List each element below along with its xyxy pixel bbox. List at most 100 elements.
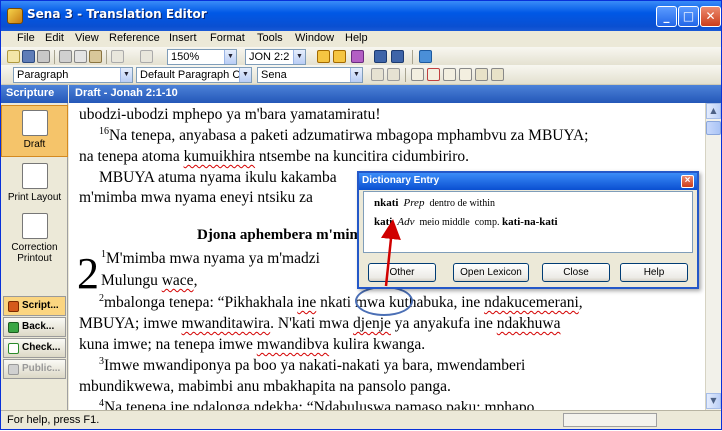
zoom-select[interactable]: 150% ▼	[167, 49, 237, 65]
tab-back-translation[interactable]: Back...	[3, 317, 66, 337]
section-heading: Djona aphembera m'mimba	[197, 227, 378, 243]
styles-icon[interactable]	[351, 50, 364, 63]
misspelled-word: ine	[297, 294, 317, 311]
cut-icon[interactable]	[59, 50, 72, 63]
title-bar[interactable]: Sena 3 - Translation Editor _ □ ✕	[1, 1, 721, 31]
tab-checking[interactable]: Check...	[3, 338, 66, 358]
chevron-down-icon[interactable]: ▼	[293, 50, 305, 64]
misspelled-word: mwanditawira	[181, 315, 271, 332]
paragraph-style-value: Paragraph	[17, 69, 69, 81]
insert-chapter-icon[interactable]	[443, 68, 456, 81]
menu-format[interactable]: Format	[210, 32, 245, 44]
app-icon	[7, 8, 23, 24]
dictionary-entry-content: nkati Prep dentro de within kati Adv mei…	[363, 191, 693, 253]
new-file-icon[interactable]	[7, 50, 20, 63]
entry-comp-label: comp.	[474, 217, 500, 228]
menu-tools[interactable]: Tools	[257, 32, 283, 44]
apply-style-icon[interactable]	[371, 68, 384, 81]
verse-number: 16	[99, 126, 109, 137]
dialog-close-button[interactable]: Close	[542, 263, 610, 282]
dialog-title-bar[interactable]: Dictionary Entry ×	[359, 173, 697, 190]
chevron-down-icon[interactable]: ▼	[224, 50, 236, 64]
tab-publications-label: Public...	[22, 363, 61, 374]
menu-insert[interactable]: Insert	[169, 32, 197, 44]
tab-back-translation-label: Back...	[22, 321, 55, 332]
reference-select[interactable]: JON 2:2 ▼	[245, 49, 306, 65]
find-next-icon[interactable]	[391, 50, 404, 63]
redo-icon[interactable]	[140, 50, 153, 63]
scroll-up-icon[interactable]: ▲	[706, 103, 721, 119]
open-lexicon-button[interactable]: Open Lexicon	[453, 263, 529, 282]
next-section-icon[interactable]	[333, 50, 346, 63]
close-button[interactable]: ✕	[700, 6, 721, 27]
correction-printout-icon	[21, 213, 48, 239]
text-line: 2mbalonga tenepa: “Pikhakhala ine nkati …	[99, 293, 583, 312]
insert-section-icon[interactable]	[459, 68, 472, 81]
save-icon[interactable]	[22, 50, 35, 63]
misspelled-word: ndakhuwa	[496, 315, 561, 332]
print-layout-icon	[21, 163, 48, 189]
chevron-down-icon[interactable]: ▼	[350, 68, 362, 82]
menu-view[interactable]: View	[75, 32, 99, 44]
text-line: MBUYA atuma nyama ikulu kakamba	[99, 169, 337, 186]
text-line: kuna imwe; na tenepa imwe mwandibva kuli…	[79, 336, 426, 353]
scroll-down-icon[interactable]: ▼	[706, 393, 721, 409]
draft-view-icon	[21, 110, 48, 136]
copy-icon[interactable]	[74, 50, 87, 63]
entry-part-of-speech: Adv	[397, 216, 415, 228]
paste-icon[interactable]	[89, 50, 102, 63]
chevron-down-icon[interactable]: ▼	[239, 68, 251, 82]
tab-scripture[interactable]: Script...	[3, 296, 66, 316]
chevron-down-icon[interactable]: ▼	[120, 68, 132, 82]
chapter-number: 2	[77, 249, 99, 298]
insert-picture-icon[interactable]	[475, 68, 488, 81]
insert-cross-reference-icon[interactable]	[491, 68, 504, 81]
menu-reference[interactable]: Reference	[109, 32, 160, 44]
view-print-layout-button[interactable]: Print Layout	[1, 163, 68, 203]
menu-help[interactable]: Help	[345, 32, 368, 44]
menu-bar: File Edit View Reference Insert Format T…	[1, 31, 721, 47]
character-style-select[interactable]: Default Paragraph Cha ▼	[136, 67, 252, 83]
print-icon[interactable]	[37, 50, 50, 63]
maximize-button[interactable]: □	[678, 6, 699, 27]
minimize-button[interactable]: _	[656, 6, 677, 27]
menu-edit[interactable]: Edit	[45, 32, 64, 44]
misspelled-word: kumuikhira	[183, 148, 256, 165]
other-button[interactable]: Other	[368, 263, 436, 282]
scrollbar-thumb[interactable]	[706, 121, 721, 135]
tab-publications[interactable]: Public...	[3, 359, 66, 379]
standard-toolbar: 150% ▼ JON 2:2 ▼	[1, 47, 721, 67]
entry-headword: nkati	[374, 197, 399, 209]
menu-window[interactable]: Window	[295, 32, 334, 44]
help-button[interactable]: Help	[620, 263, 688, 282]
sidebar: Scripture Draft Print Layout Correction …	[1, 85, 68, 410]
clear-format-icon[interactable]	[387, 68, 400, 81]
undo-icon[interactable]	[111, 50, 124, 63]
zoom-value: 150%	[171, 51, 200, 63]
insert-verse-number-icon[interactable]	[427, 68, 440, 81]
writing-system-value: Sena	[261, 69, 287, 81]
text-line: na tenepa atoma kumuikhira ntsembe na ku…	[79, 148, 469, 165]
dialog-close-icon[interactable]: ×	[681, 175, 694, 188]
previous-section-icon[interactable]	[317, 50, 330, 63]
view-draft-button[interactable]: Draft	[1, 105, 68, 157]
pane-header: Draft - Jonah 2:1-10	[69, 85, 721, 103]
entry-row: kati Adv meio middle comp. kati-na-kati	[374, 216, 558, 228]
sync-icon[interactable]	[419, 50, 432, 63]
vertical-scrollbar[interactable]: ▲ ▼	[705, 103, 721, 410]
misspelled-word: djenje	[353, 315, 391, 332]
text-line: MBUYA; imwe mwanditawira. N'kati mwa dje…	[79, 315, 561, 332]
tab-checking-label: Check...	[22, 342, 61, 353]
text-line: ubodzi-ubodzi mphepo ya m'bara yamatamir…	[79, 106, 381, 123]
entry-headword: kati	[374, 216, 393, 228]
find-icon[interactable]	[374, 50, 387, 63]
menu-file[interactable]: File	[17, 32, 35, 44]
paragraph-style-select[interactable]: Paragraph ▼	[13, 67, 133, 83]
view-correction-printout-button[interactable]: Correction Printout	[1, 213, 68, 269]
entry-complex-form: kati-na-kati	[501, 216, 558, 228]
entry-part-of-speech: Prep	[403, 197, 425, 209]
sidebar-header: Scripture	[1, 85, 68, 103]
status-message: For help, press F1.	[7, 414, 100, 426]
insert-footnote-icon[interactable]	[411, 68, 424, 81]
writing-system-select[interactable]: Sena ▼	[257, 67, 363, 83]
